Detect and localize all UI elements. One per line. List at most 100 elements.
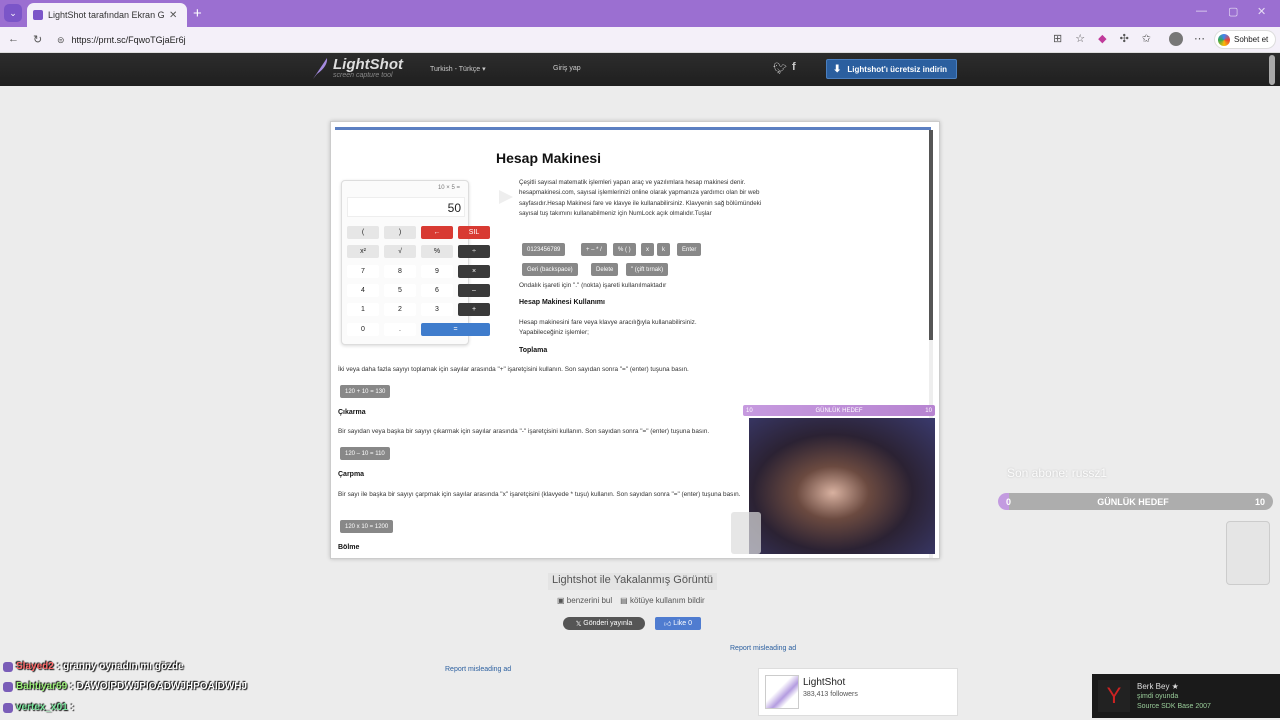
calc-key[interactable]: ÷ bbox=[458, 245, 490, 259]
image-actions: ▣ benzerini bul ▤ kötüye kullanım bildir bbox=[557, 596, 705, 605]
x-logo-icon: 𝕏 bbox=[575, 620, 582, 628]
calc-key[interactable]: SIL bbox=[458, 226, 490, 239]
screenshot-top-bar bbox=[335, 127, 931, 130]
tab-title: LightShot tarafından Ekran Görüntüsü bbox=[48, 10, 164, 20]
last-subscriber: Son abone: russz1 bbox=[1007, 466, 1108, 480]
calculator-expression: 10 × 5 = bbox=[437, 185, 460, 191]
feather-icon bbox=[313, 58, 328, 79]
key-chip: Enter bbox=[677, 243, 702, 256]
calc-key[interactable]: 8 bbox=[384, 264, 416, 278]
copilot-chat-button[interactable]: Sohbet et bbox=[1214, 30, 1276, 49]
fb-page-name[interactable]: LightShot bbox=[803, 677, 845, 688]
maximize-button[interactable]: ▢ bbox=[1228, 5, 1238, 18]
usage-text: Hesap makinesini fare veya klavye aracıl… bbox=[519, 319, 697, 336]
calc-key[interactable]: + bbox=[458, 303, 490, 317]
calc-key[interactable]: 0 bbox=[347, 322, 379, 336]
profile-avatar[interactable] bbox=[1169, 32, 1183, 46]
page-scrollbar[interactable] bbox=[1269, 55, 1275, 85]
calc-key[interactable]: – bbox=[458, 283, 490, 297]
chat-badge-icon bbox=[3, 702, 13, 713]
language-selector[interactable]: Turkish - Türkçe ▾ bbox=[430, 65, 486, 73]
friend-game: Source SDK Base 2007 bbox=[1137, 703, 1211, 710]
calc-key[interactable]: ) bbox=[384, 226, 416, 239]
chat-badge-icon bbox=[3, 661, 13, 672]
sub-heading: Çıkarma bbox=[338, 409, 366, 416]
steam-friend-notification: Y Berk Bey ★ şimdi oyunda Source SDK Bas… bbox=[1092, 674, 1280, 718]
calculator-pointer bbox=[499, 190, 513, 204]
browser-toolbar: ⊞ ☆ ◆ ✣ ✩ bbox=[1053, 32, 1151, 45]
key-chip: Geri (backspace) bbox=[522, 263, 578, 276]
url-field[interactable]: ⊜ https://prnt.sc/FqwoTGjaEr6j bbox=[57, 32, 1097, 48]
cup-graphic bbox=[731, 512, 761, 554]
calc-key[interactable]: 6 bbox=[421, 283, 453, 297]
apps-icon[interactable]: ⊞ bbox=[1053, 32, 1062, 45]
download-icon: ⬇ bbox=[833, 63, 842, 75]
favorite-star-icon[interactable]: ☆ bbox=[1075, 32, 1085, 45]
add-heading: Toplama bbox=[519, 347, 548, 354]
facebook-like-button[interactable]: 👍︎ Like 0 bbox=[655, 617, 701, 630]
fb-followers: 383,413 followers bbox=[803, 691, 858, 698]
chat-username: Bahtiyar69 bbox=[16, 681, 68, 692]
like-label: Like 0 bbox=[673, 620, 692, 627]
report-ad-link-left[interactable]: Report misleading ad bbox=[445, 666, 511, 673]
report-ad-link-right[interactable]: Report misleading ad bbox=[730, 645, 796, 652]
key-chip: + – * / bbox=[581, 243, 607, 256]
extension-icon[interactable]: ◆ bbox=[1098, 32, 1106, 45]
calc-key[interactable]: ← bbox=[421, 226, 453, 239]
key-chip: Delete bbox=[591, 263, 619, 276]
extensions-puzzle-icon[interactable]: ✣ bbox=[1120, 32, 1129, 45]
calc-key[interactable]: = bbox=[421, 322, 490, 336]
calc-key[interactable]: . bbox=[384, 322, 416, 336]
captured-screenshot[interactable]: Hesap Makinesi 10 × 5 = 50 () ← SIL x² √% ÷ 7 8… bbox=[330, 121, 940, 559]
report-abuse-link[interactable]: ▤ kötüye kullanım bildir bbox=[620, 596, 705, 605]
tab-menu-button[interactable]: ⌄ bbox=[4, 4, 22, 22]
tweet-button[interactable]: 𝕏 Gönderi yayınla bbox=[563, 617, 645, 630]
close-window-button[interactable]: ✕ bbox=[1257, 5, 1266, 18]
chat-username: Slayed2 bbox=[16, 661, 54, 672]
tweet-label: Gönderi yayınla bbox=[583, 620, 633, 627]
download-button[interactable]: ⬇ Lightshot'ı ücretsiz indirin bbox=[826, 59, 957, 79]
mul-heading: Çarpma bbox=[338, 471, 365, 478]
chevron-down-icon: ▾ bbox=[482, 66, 486, 73]
more-menu-icon[interactable]: ⋯ bbox=[1194, 32, 1205, 45]
chat-text: DAWOIPDWJPIOADWJHPOAIDWHJ bbox=[76, 681, 248, 692]
chat-badge-icon bbox=[3, 681, 13, 692]
new-tab-button[interactable]: + bbox=[193, 5, 202, 22]
site-info-icon[interactable]: ⊜ bbox=[57, 35, 65, 46]
calc-key[interactable]: x² bbox=[347, 245, 379, 259]
chat-message: Slayed2: granny oynadın mı gözde bbox=[3, 661, 184, 672]
find-similar-link[interactable]: ▣ benzerini bul bbox=[557, 596, 612, 605]
calc-key[interactable]: 2 bbox=[384, 303, 416, 317]
calc-key[interactable]: 9 bbox=[421, 264, 453, 278]
capture-caption: Lightshot ile Yakalanmış Görüntü bbox=[548, 573, 718, 590]
lightshot-logo[interactable]: LightShot screen capture tool bbox=[311, 56, 403, 80]
calc-key[interactable]: 7 bbox=[347, 264, 379, 278]
chat-separator: : bbox=[70, 702, 75, 713]
calc-key[interactable]: 1 bbox=[347, 303, 379, 317]
chat-text: granny oynadın mı gözde bbox=[63, 661, 184, 672]
minimize-button[interactable]: — bbox=[1196, 5, 1207, 17]
back-icon[interactable]: ← bbox=[8, 33, 19, 46]
decimal-note: Ondalık işareti için "." (nokta) işareti… bbox=[519, 282, 667, 289]
favorites-icon[interactable]: ✩ bbox=[1142, 32, 1151, 45]
mul-text: Bir sayı ile başka bir sayıyı çarpmak iç… bbox=[338, 491, 741, 498]
login-link[interactable]: Giriş yap bbox=[553, 65, 581, 72]
calc-key[interactable]: √ bbox=[384, 245, 416, 259]
calc-key[interactable]: ( bbox=[347, 226, 379, 239]
facebook-icon[interactable]: f bbox=[792, 61, 796, 73]
calc-key[interactable]: 3 bbox=[421, 303, 453, 317]
key-chip: % ( ) bbox=[613, 243, 636, 256]
calc-key[interactable]: 5 bbox=[384, 283, 416, 297]
close-tab-icon[interactable]: ✕ bbox=[169, 10, 177, 21]
camera-icon: ▣ bbox=[557, 596, 565, 605]
browser-tab[interactable]: LightShot tarafından Ekran Görüntüsü ✕ bbox=[27, 3, 187, 27]
nav-buttons: ← ↻ bbox=[8, 33, 42, 46]
goal-big-left: 0 bbox=[1006, 496, 1012, 507]
twitter-icon[interactable]: 🐦︎ bbox=[773, 62, 787, 75]
facebook-page-box[interactable]: LightShot 383,413 followers bbox=[758, 668, 958, 716]
reload-icon[interactable]: ↻ bbox=[33, 33, 42, 46]
calc-key[interactable]: 4 bbox=[347, 283, 379, 297]
calc-key[interactable]: × bbox=[458, 264, 490, 278]
calc-key[interactable]: % bbox=[421, 245, 453, 259]
goal-big-label: GÜNLÜK HEDEF bbox=[1097, 496, 1169, 507]
